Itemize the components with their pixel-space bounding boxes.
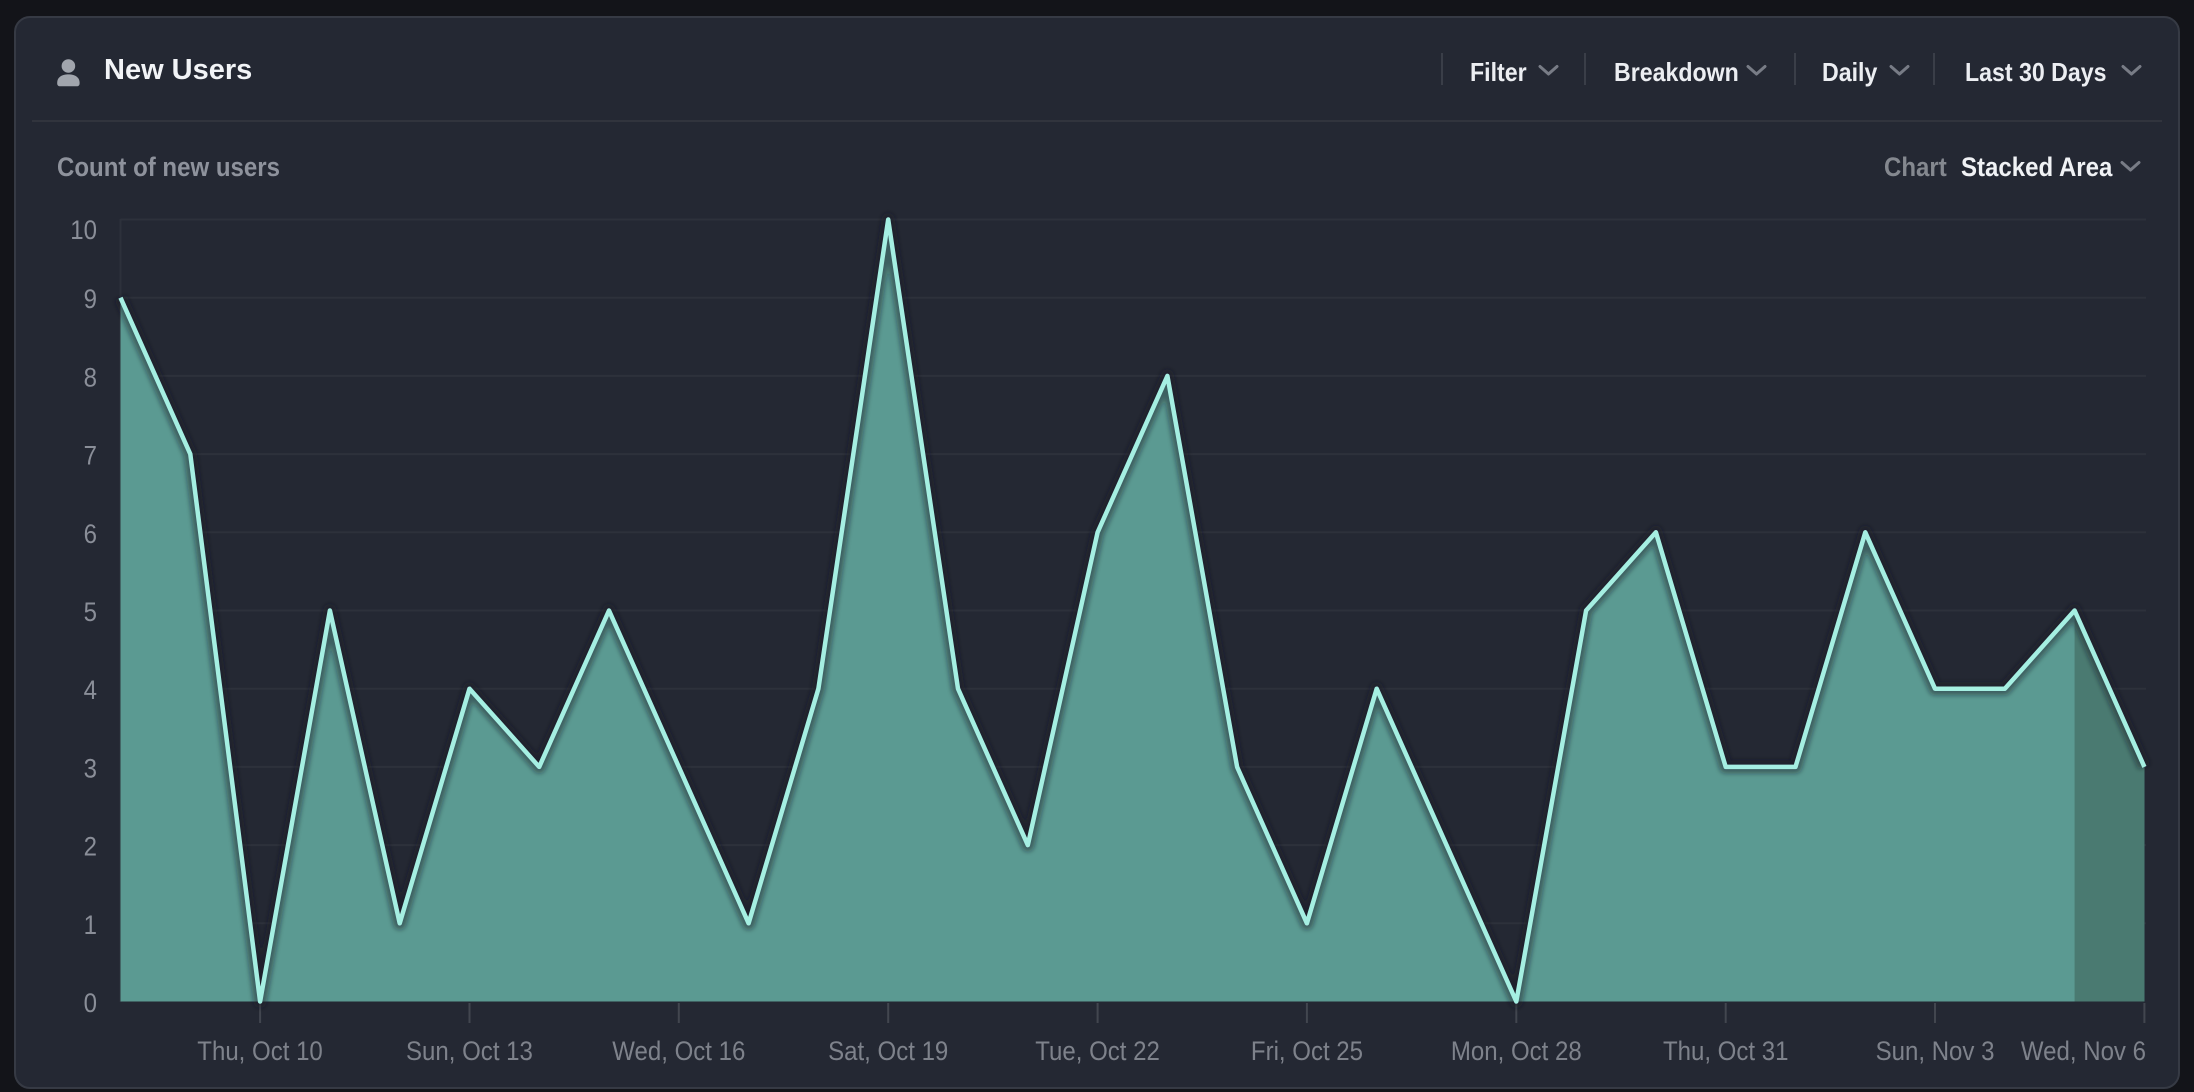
svg-text:Sun, Oct 13: Sun, Oct 13 [406, 1037, 533, 1067]
svg-text:Wed, Oct 16: Wed, Oct 16 [612, 1037, 745, 1067]
svg-text:Fri, Oct 25: Fri, Oct 25 [1251, 1037, 1363, 1067]
svg-text:8: 8 [84, 363, 97, 393]
svg-text:2: 2 [84, 832, 97, 862]
svg-text:Wed, Nov 6: Wed, Nov 6 [2021, 1037, 2146, 1067]
svg-text:3: 3 [84, 754, 97, 784]
svg-text:9: 9 [84, 285, 97, 315]
svg-text:6: 6 [84, 520, 97, 550]
svg-text:10: 10 [70, 216, 97, 246]
svg-text:Mon, Oct 28: Mon, Oct 28 [1451, 1037, 1582, 1067]
svg-text:Thu, Oct 10: Thu, Oct 10 [197, 1037, 323, 1067]
svg-text:0: 0 [84, 989, 97, 1019]
svg-text:7: 7 [84, 441, 97, 471]
svg-text:5: 5 [84, 598, 97, 628]
svg-text:Sat, Oct 19: Sat, Oct 19 [828, 1037, 948, 1067]
svg-text:Thu, Oct 31: Thu, Oct 31 [1663, 1037, 1789, 1067]
svg-text:1: 1 [84, 911, 97, 941]
svg-text:Tue, Oct 22: Tue, Oct 22 [1035, 1037, 1160, 1067]
svg-text:Sun, Nov 3: Sun, Nov 3 [1876, 1037, 1995, 1067]
svg-text:4: 4 [84, 676, 97, 706]
